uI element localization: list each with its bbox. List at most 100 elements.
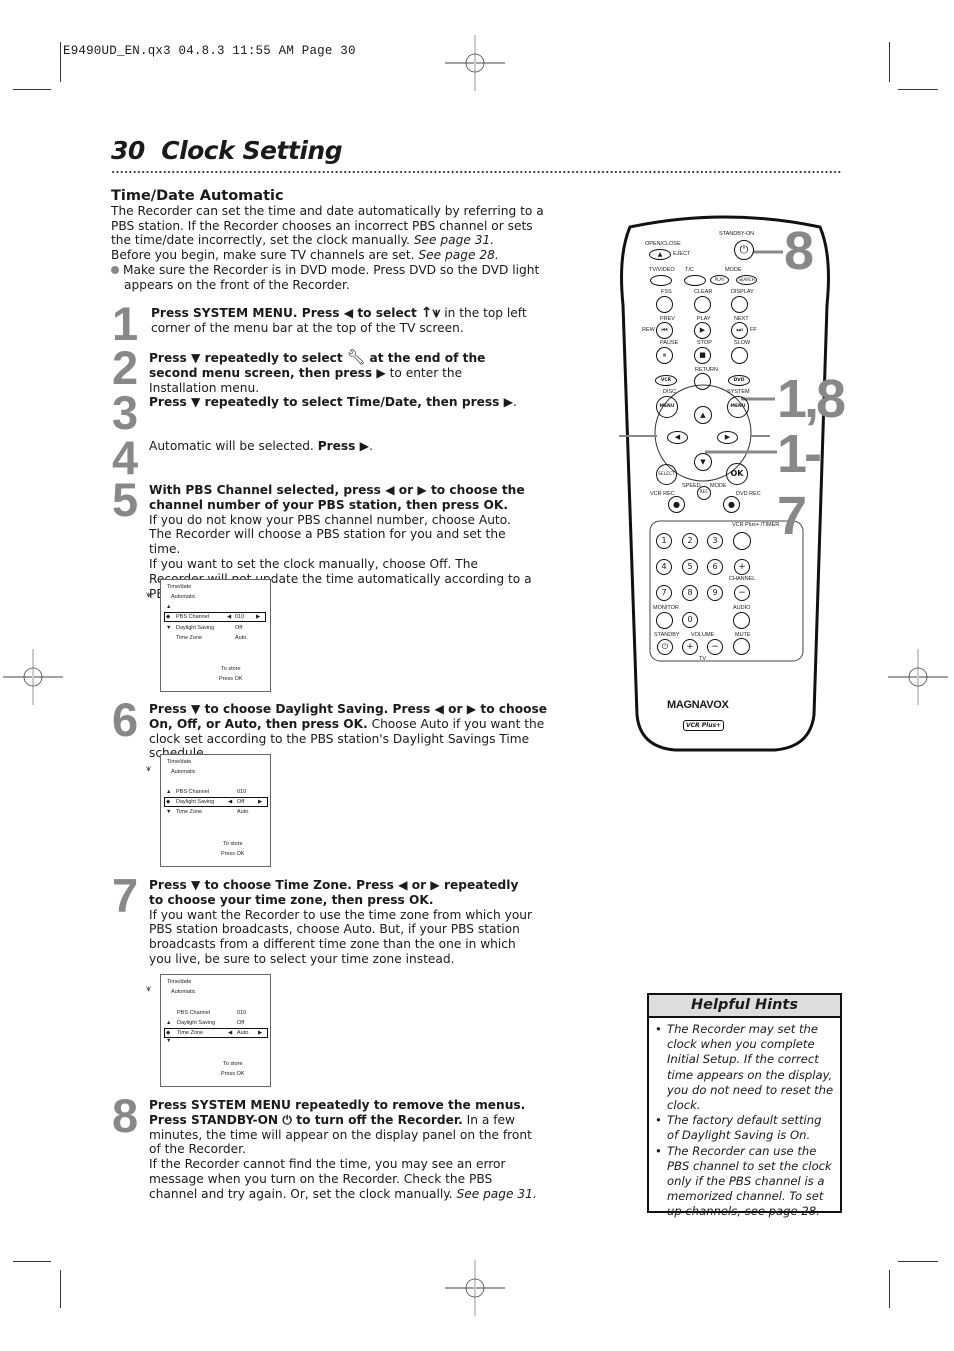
audio-button[interactable] <box>733 612 750 629</box>
page-number: 30 <box>111 136 145 165</box>
step-instruction: Press ▼ repeatedly to select <box>149 351 343 365</box>
crop-mark <box>889 42 890 82</box>
system-menu-button[interactable]: MENU <box>727 396 749 418</box>
crop-mark <box>13 1261 51 1262</box>
digit-3-button[interactable]: 3 <box>707 533 723 549</box>
step-instruction: Press ▼ repeatedly to select Time/Date, … <box>149 395 513 409</box>
vcr-plus-timer-button[interactable] <box>733 532 751 550</box>
osd-row-label: Daylight Saving <box>177 1020 216 1026</box>
stop-button[interactable]: ■ <box>694 347 711 364</box>
tc-button[interactable] <box>684 275 706 286</box>
updown-arrow-icon: ◆ <box>166 614 171 620</box>
display-label: DISPLAY <box>731 289 754 295</box>
play-mode-button[interactable]: PLAY <box>710 275 729 285</box>
right-button[interactable]: ▶ <box>717 431 738 444</box>
volume-up-button[interactable]: + <box>682 639 698 655</box>
step-7-text: Press ▼ to choose Time Zone. Press ◀ or … <box>149 878 534 967</box>
left-arrow-icon: ◀ <box>228 1030 233 1036</box>
digit-9-button[interactable]: 9 <box>707 585 723 601</box>
step-detail: . <box>512 395 517 409</box>
step-number: 7 <box>112 869 138 922</box>
osd-row-value: Off <box>237 799 245 805</box>
step-number: 6 <box>112 693 138 746</box>
digit-4-button[interactable]: 4 <box>656 559 672 575</box>
osd-footer: Press OK <box>221 1071 245 1077</box>
osd-row-value: 010 <box>237 789 247 795</box>
step-number: 5 <box>112 473 138 526</box>
monitor-label: MONITOR <box>653 605 679 611</box>
osd-row-value: Auto. <box>237 809 250 815</box>
osd-row-label: Time Zone <box>176 635 203 641</box>
down-button[interactable]: ▼ <box>694 453 712 471</box>
slow-button[interactable] <box>731 347 748 364</box>
ok-button[interactable]: OK <box>726 463 748 485</box>
step-detail: If you do not know your PBS channel numb… <box>149 512 511 557</box>
channel-down-button[interactable]: − <box>734 585 750 601</box>
standby-on-button[interactable]: ⏻ <box>734 240 754 260</box>
tv-video-label: TV/VIDEO <box>649 267 675 273</box>
rec-button[interactable]: REC <box>697 486 711 500</box>
osd-screen: Time/date Automatic ▲ PBS Channel 010 ◆ … <box>160 754 271 867</box>
disc-label: DISC <box>663 389 677 395</box>
search-button[interactable]: SEARCH <box>736 275 757 285</box>
step-detail: If the Recorder cannot find the time, yo… <box>149 1157 506 1201</box>
hints-title: Helpful Hints <box>649 995 840 1018</box>
section-heading: Time/Date Automatic <box>111 188 284 204</box>
vcr-button[interactable]: VCR <box>655 375 677 386</box>
next-label: NEXT <box>734 316 749 322</box>
prev-rew-button[interactable]: ⏮ <box>656 322 673 339</box>
digit-6-button[interactable]: 6 <box>707 559 723 575</box>
digit-7-button[interactable]: 7 <box>656 585 672 601</box>
fss-button[interactable] <box>656 296 673 313</box>
step-3-text: Press ▼ repeatedly to select Time/Date, … <box>149 395 549 410</box>
digit-2-button[interactable]: 2 <box>682 533 698 549</box>
vcr-rec-button[interactable]: ● <box>668 496 685 513</box>
tv-video-button[interactable] <box>650 275 672 286</box>
dvd-button[interactable]: DVD <box>728 375 750 386</box>
page-reference: See page 28. <box>418 248 499 263</box>
brand-logo: MAGNAVOX <box>667 699 729 711</box>
remote-control: STANDBY-ON ⏻ OPEN/CLOSE ▲ EJECT TV/VIDEO… <box>605 215 846 760</box>
play-button[interactable]: ▶ <box>694 322 711 339</box>
callout-step-1-8: 1,8 <box>777 369 846 429</box>
return-label: RETURN <box>695 367 718 373</box>
osd-row-label: Time Zone <box>176 809 203 815</box>
step-instruction: Press ▼ to choose Time Zone. Press ◀ or … <box>149 878 519 907</box>
registration-mark <box>445 35 505 91</box>
channel-up-button[interactable]: + <box>734 559 750 575</box>
return-button[interactable] <box>694 373 711 390</box>
osd-footer: Press OK <box>219 676 243 682</box>
right-arrow-icon: ▶ <box>258 799 263 805</box>
eject-button[interactable]: ▲ <box>649 249 671 260</box>
monitor-button[interactable] <box>656 612 673 629</box>
intro-paragraph: Before you begin, make sure TV channels … <box>111 248 419 263</box>
mute-button[interactable] <box>733 638 750 655</box>
volume-down-button[interactable]: − <box>707 639 723 655</box>
select-button[interactable]: SELECT <box>656 464 677 485</box>
osd-title: Time/date <box>167 979 192 985</box>
osd-subtitle: Automatic <box>171 594 196 600</box>
dvd-rec-button[interactable]: ● <box>723 496 740 513</box>
wrench-icon: ⩛ <box>146 984 152 994</box>
crop-mark <box>13 89 51 90</box>
osd-row-label: PBS Channel <box>177 1010 211 1016</box>
pause-button[interactable]: ⏸ <box>656 347 673 364</box>
next-ff-button[interactable]: ⏭ <box>731 322 748 339</box>
vcr-rec-label: VCR REC <box>650 491 675 497</box>
digit-5-button[interactable]: 5 <box>682 559 698 575</box>
tv-standby-button[interactable]: ⏻ <box>657 639 673 655</box>
digit-0-button[interactable]: 0 <box>682 612 698 628</box>
mode-label: MODE <box>725 267 742 273</box>
hint-item: The Recorder can use the PBS channel to … <box>655 1144 836 1220</box>
digit-8-button[interactable]: 8 <box>682 585 698 601</box>
play-label: PLAY <box>697 316 711 322</box>
prev-label: PREV <box>660 316 675 322</box>
standby-on-label: STANDBY-ON <box>719 231 755 237</box>
left-button[interactable]: ◀ <box>667 431 688 444</box>
digit-1-button[interactable]: 1 <box>656 533 672 549</box>
up-button[interactable]: ▲ <box>694 406 712 424</box>
disc-menu-button[interactable]: MENU <box>656 396 678 418</box>
clear-button[interactable] <box>694 296 711 313</box>
page-title: 30 Clock Setting <box>111 136 343 165</box>
display-button[interactable] <box>731 296 748 313</box>
